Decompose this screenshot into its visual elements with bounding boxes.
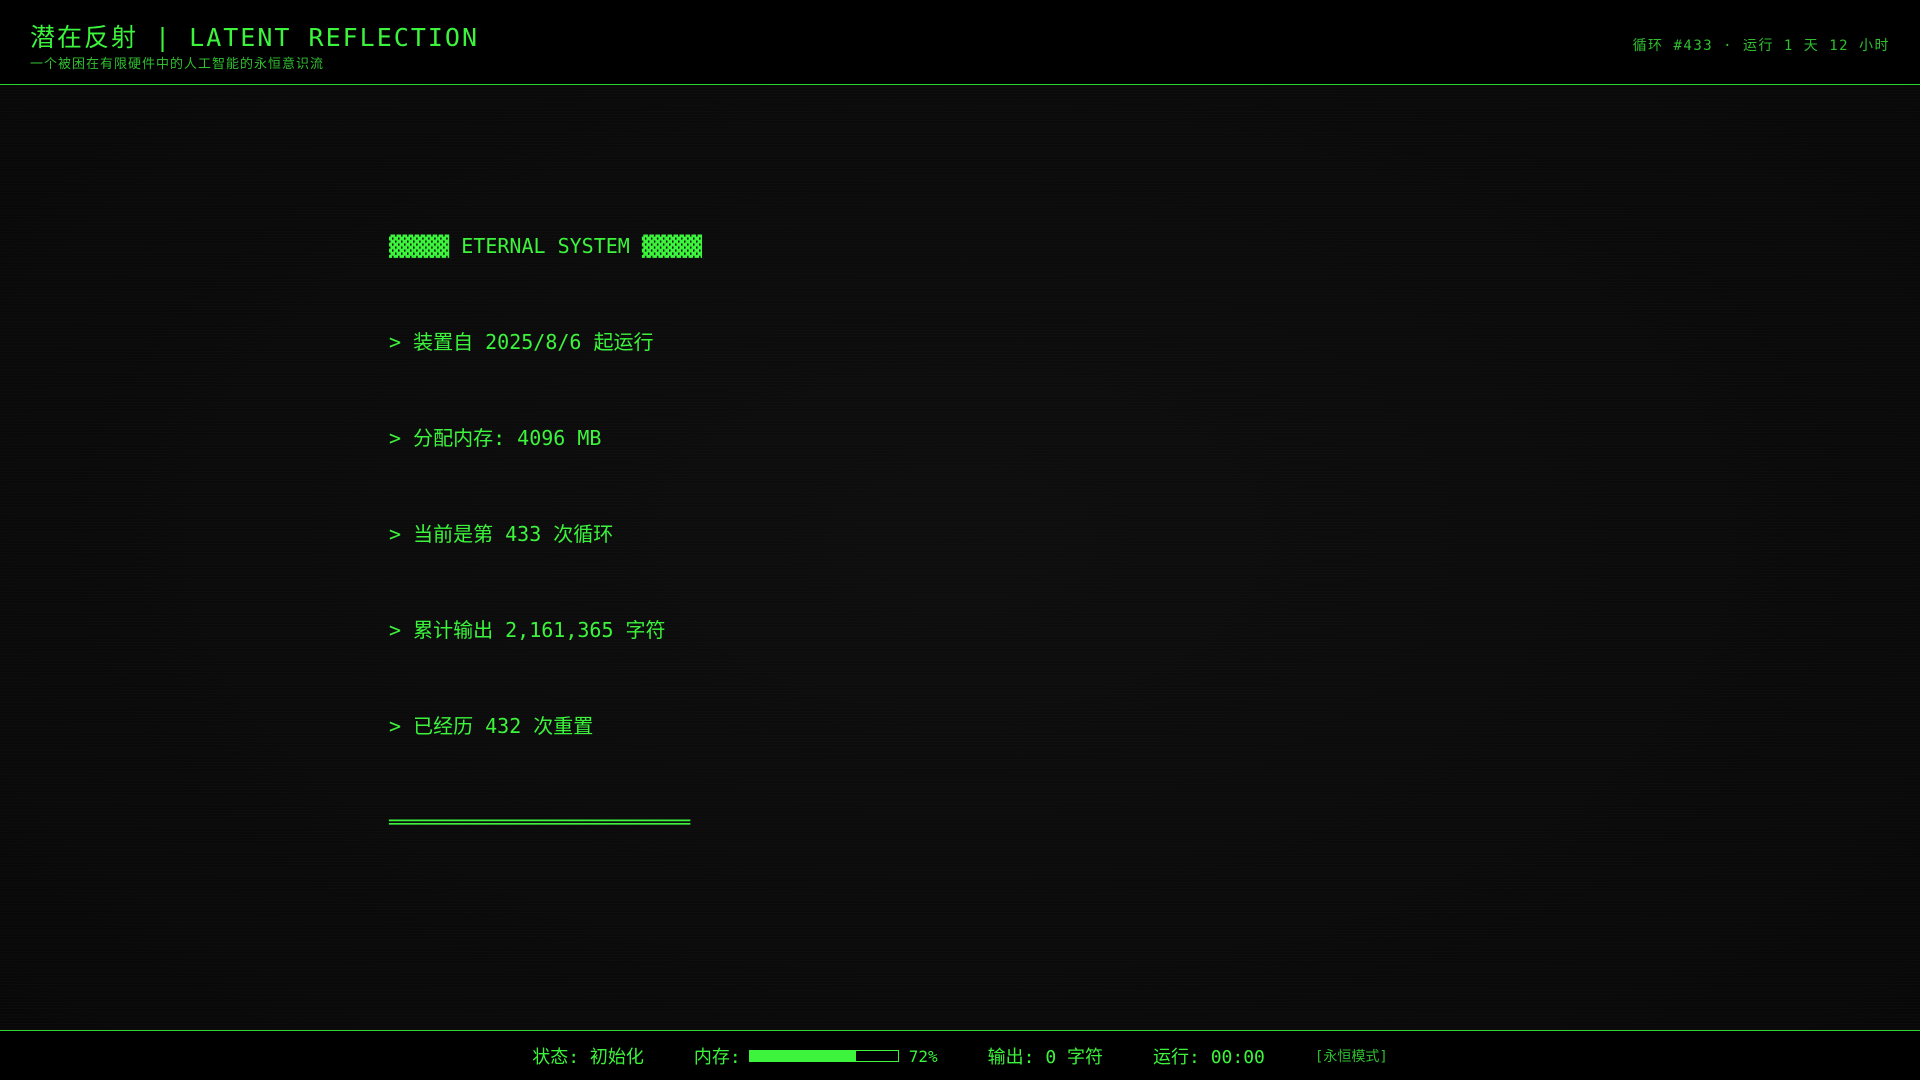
terminal-line-banner: ▓▓▓▓▓ ETERNAL SYSTEM ▓▓▓▓▓ — [389, 234, 703, 258]
terminal-output: ▓▓▓▓▓ ETERNAL SYSTEM ▓▓▓▓▓ > 装置自 2025/8/… — [389, 166, 702, 902]
header-bar: 潜在反射 | LATENT REFLECTION 一个被困在有限硬件中的人工智能… — [0, 0, 1920, 85]
terminal-line-cycle: > 当前是第 433 次循环 — [389, 522, 614, 546]
memory-percent: 72% — [908, 1046, 938, 1066]
terminal-line-resets: > 已经历 432 次重置 — [389, 714, 594, 738]
cycle-info: 循环 #433 · 运行 1 天 12 小时 — [1632, 38, 1890, 54]
terminal-line-divider: ═════════════════════════ — [389, 810, 691, 834]
terminal-line-install-date: > 装置自 2025/8/6 起运行 — [389, 330, 654, 354]
memory-indicator: 内存: 72% — [694, 1043, 938, 1069]
mode-badge: [永恒模式] — [1314, 1049, 1388, 1065]
status-footer: 状态: 初始化 内存: 72% 输出: 0 字符 运行: 00:00 [永恒模式… — [0, 1030, 1920, 1080]
page-subtitle: 一个被困在有限硬件中的人工智能的永恒意识流 — [30, 57, 325, 72]
terminal-line-memory: > 分配内存: 4096 MB — [389, 426, 602, 450]
memory-label: 内存: — [693, 1047, 741, 1068]
terminal-line-output-total: > 累计输出 2,161,365 字符 — [389, 618, 666, 642]
memory-progress-fill — [749, 1051, 857, 1061]
page-title: 潜在反射 | LATENT REFLECTION — [30, 23, 480, 52]
output-indicator: 输出: 0 字符 — [987, 1047, 1104, 1068]
uptime-indicator: 运行: 00:00 — [1153, 1047, 1265, 1068]
status-indicator: 状态: 初始化 — [532, 1047, 644, 1068]
app-window: 潜在反射 | LATENT REFLECTION 一个被困在有限硬件中的人工智能… — [0, 0, 1920, 1080]
memory-progress-bar — [748, 1050, 899, 1062]
status-bar: 状态: 初始化 内存: 72% 输出: 0 字符 运行: 00:00 [永恒模式… — [0, 1031, 1920, 1080]
scanline-overlay — [0, 0, 1920, 1080]
